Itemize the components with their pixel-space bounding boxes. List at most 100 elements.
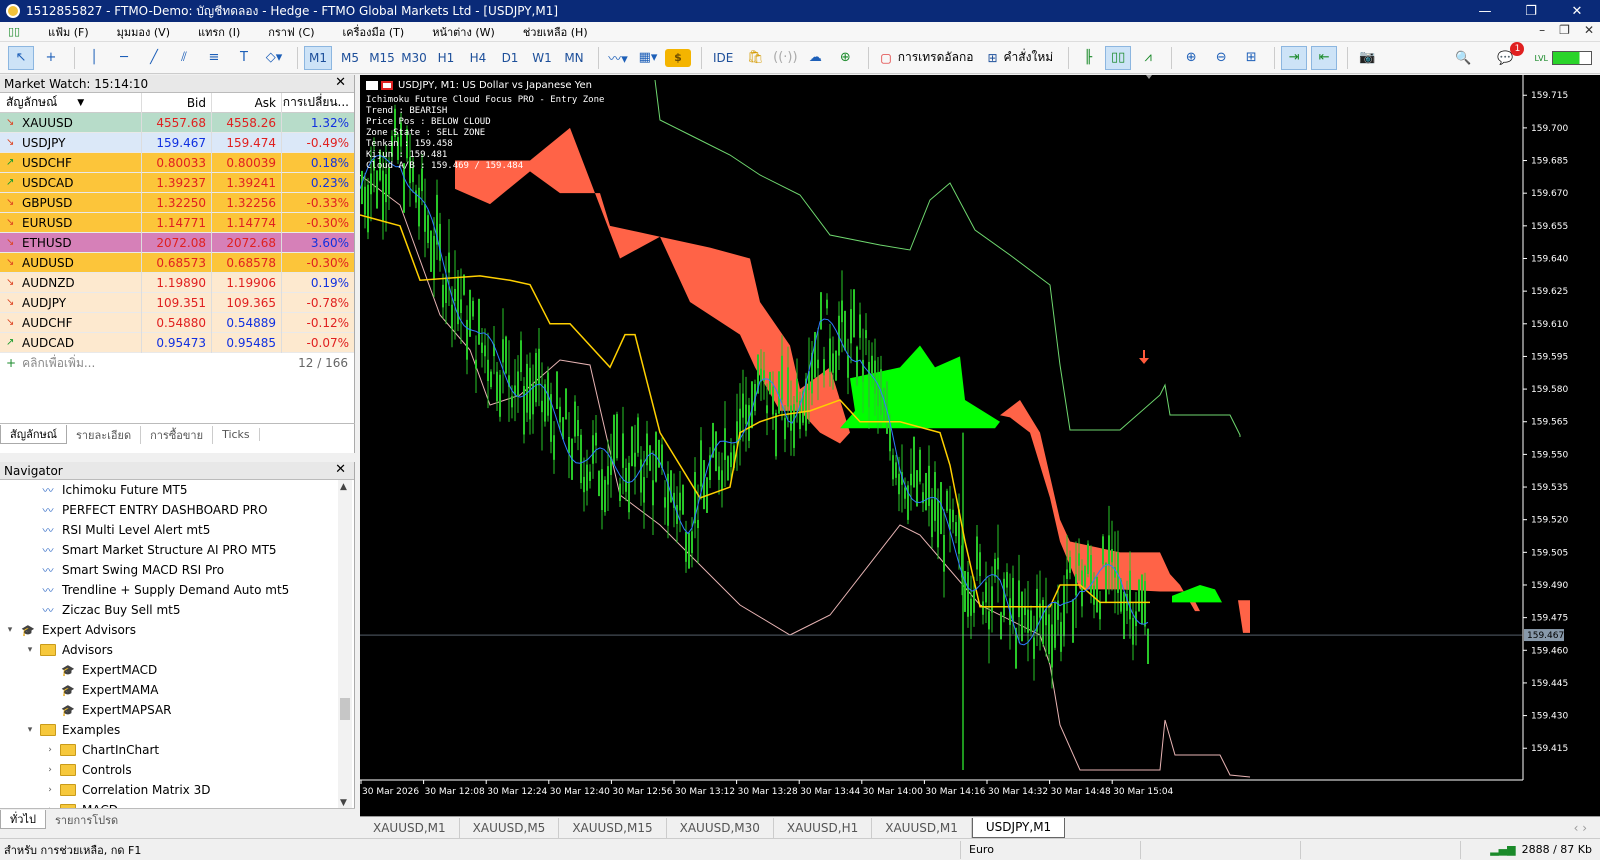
symbol-row[interactable]: ↘ AUDJPY 109.351 109.365 -0.78%	[0, 292, 354, 313]
timeframe-mn[interactable]: MN	[560, 46, 588, 70]
navigator-item[interactable]: 〰 PERFECT ENTRY DASHBOARD PRO	[0, 500, 354, 520]
chart-tab[interactable]: XAUUSD,M1	[872, 817, 972, 838]
chart-type-icon[interactable]: ▦▾	[635, 46, 661, 70]
price-chart[interactable]: 159.715 159.700 159.685 159.670 159.655 159.6…	[360, 75, 1600, 816]
tab-ticks[interactable]: Ticks	[213, 428, 260, 441]
text-tool-icon[interactable]: T	[231, 46, 257, 70]
menu-chart[interactable]: กราฟ (C)	[254, 23, 328, 41]
indicators-icon[interactable]: 〰▾	[605, 46, 631, 70]
col-change[interactable]: การเปลี่ยน...	[282, 93, 353, 113]
cursor-icon[interactable]: ↖	[8, 45, 34, 70]
navigator-item[interactable]: › Correlation Matrix 3D	[0, 780, 354, 800]
scroll-down-icon[interactable]: ▼	[340, 798, 347, 808]
timeframe-m1[interactable]: M1	[304, 45, 332, 70]
market-watch-close-icon[interactable]: ✕	[335, 75, 346, 90]
child-close-button[interactable]: ✕	[1584, 23, 1594, 37]
navigator-item[interactable]: 🎓 ExpertMAPSAR	[0, 700, 354, 720]
expand-icon[interactable]: ›	[44, 785, 56, 795]
trade-icon[interactable]: $	[665, 48, 691, 67]
scroll-thumb[interactable]	[340, 698, 350, 720]
symbol-row[interactable]: ↗ AUDCAD 0.95473 0.95485 -0.07%	[0, 332, 354, 353]
ide-button[interactable]: IDE	[708, 46, 738, 70]
navigator-close-icon[interactable]: ✕	[335, 462, 346, 477]
child-restore-button[interactable]: ❐	[1559, 23, 1570, 37]
zoom-out-icon[interactable]: ⊖	[1208, 46, 1234, 70]
signals-icon[interactable]: ((·))	[772, 46, 798, 70]
horizontal-line-icon[interactable]: ─	[111, 46, 137, 70]
navigator-item[interactable]: ▾ 🎓 Expert Advisors	[0, 620, 354, 640]
chart-tab[interactable]: XAUUSD,M30	[667, 817, 774, 838]
child-minimize-button[interactable]: –	[1539, 23, 1545, 37]
symbol-row[interactable]: ↘ ETHUSD 2072.08 2072.68 3.60%	[0, 232, 354, 253]
symbol-row[interactable]: ↗ USDCHF 0.80033 0.80039 0.18%	[0, 152, 354, 173]
navigator-item[interactable]: ▾ Examples	[0, 720, 354, 740]
navigator-item[interactable]: 〰 Ichimoku Future MT5	[0, 480, 354, 500]
timeframe-m15[interactable]: M15	[368, 46, 396, 70]
chart-tab[interactable]: XAUUSD,M1	[360, 817, 460, 838]
trendline-icon[interactable]: ╱	[141, 46, 167, 70]
tab-symbols[interactable]: สัญลักษณ์	[0, 425, 67, 444]
market-icon[interactable]: 🛍	[742, 46, 768, 70]
notifications-icon[interactable]: 💬 1	[1492, 42, 1525, 70]
expand-icon[interactable]: ▾	[24, 645, 36, 655]
chart-tab-active[interactable]: USDJPY,M1	[971, 817, 1066, 838]
navigator-item[interactable]: 〰 Ziczac Buy Sell mt5	[0, 600, 354, 620]
bar-chart-icon[interactable]: ╟	[1075, 46, 1101, 70]
algo-trading-button[interactable]: ▢ การเทรดอัลกอ	[875, 46, 978, 70]
col-bid[interactable]: Bid	[142, 92, 212, 113]
navigator-scrollbar[interactable]: ▲ ▼	[338, 480, 352, 810]
vertical-line-icon[interactable]: │	[81, 46, 107, 70]
new-order-button[interactable]: ⊞ คำสั่งใหม่	[982, 46, 1058, 70]
fibonacci-icon[interactable]: ≡	[201, 46, 227, 70]
autoscroll-icon[interactable]: ⇤	[1311, 45, 1338, 70]
chart-canvas[interactable]: 159.715 159.700 159.685 159.670 159.655 159.6…	[360, 75, 1600, 816]
close-button[interactable]: ✕	[1554, 0, 1600, 22]
symbol-row[interactable]: ↘ USDJPY 159.467 159.474 -0.49%	[0, 132, 354, 153]
menu-file[interactable]: แฟ้ม (F)	[34, 23, 103, 41]
web-trading-icon[interactable]: ⊕	[832, 46, 858, 70]
search-icon[interactable]: 🔍	[1450, 46, 1476, 70]
tab-favorites[interactable]: รายการโปรด	[46, 811, 127, 829]
navigator-item[interactable]: › ChartInChart	[0, 740, 354, 760]
navigator-item[interactable]: ▾ Advisors	[0, 640, 354, 660]
tile-windows-icon[interactable]: ⊞	[1238, 46, 1264, 70]
timeframe-h4[interactable]: H4	[464, 46, 492, 70]
maximize-button[interactable]: ❐	[1508, 0, 1554, 22]
navigator-item[interactable]: › Controls	[0, 760, 354, 780]
symbol-row[interactable]: ↘ EURUSD 1.14771 1.14774 -0.30%	[0, 212, 354, 233]
timeframe-h1[interactable]: H1	[432, 46, 460, 70]
screenshot-icon[interactable]: 📷	[1354, 46, 1380, 70]
chart-tab[interactable]: XAUUSD,M5	[460, 817, 560, 838]
symbol-row[interactable]: ↘ AUDCHF 0.54880 0.54889 -0.12%	[0, 312, 354, 333]
symbol-row[interactable]: ↘ AUDUSD 0.68573 0.68578 -0.30%	[0, 252, 354, 273]
col-ask[interactable]: Ask	[212, 92, 282, 113]
chart-shift-icon[interactable]: ⇥	[1281, 45, 1308, 70]
chart-mode-icon[interactable]: ▯▯	[0, 25, 34, 38]
symbol-row[interactable]: ↘ AUDNZD 1.19890 1.19906 0.19%	[0, 272, 354, 293]
navigator-item[interactable]: 〰 Trendline + Supply Demand Auto mt5	[0, 580, 354, 600]
timeframe-w1[interactable]: W1	[528, 46, 556, 70]
shapes-icon[interactable]: ◇▾	[261, 46, 287, 70]
col-symbol[interactable]: สัญลักษณ์ ▼	[0, 92, 142, 113]
menu-view[interactable]: มุมมอง (V)	[103, 23, 184, 41]
menu-tools[interactable]: เครื่องมือ (T)	[329, 23, 419, 41]
tab-common[interactable]: ทั่วไป	[0, 810, 46, 829]
navigator-item[interactable]: 〰 Smart Market Structure AI PRO MT5	[0, 540, 354, 560]
tab-details[interactable]: รายละเอียด	[67, 425, 142, 444]
expand-icon[interactable]: ›	[44, 745, 56, 755]
line-chart-icon[interactable]: ⩘	[1135, 46, 1161, 70]
vps-icon[interactable]: ☁	[802, 46, 828, 70]
menu-window[interactable]: หน้าต่าง (W)	[418, 23, 509, 41]
navigator-item[interactable]: 🎓 ExpertMAMA	[0, 680, 354, 700]
menu-help[interactable]: ช่วยเหลือ (H)	[509, 23, 602, 41]
chart-tab[interactable]: XAUUSD,M15	[559, 817, 667, 838]
symbol-row[interactable]: ↘ XAUUSD 4557.68 4558.26 1.32%	[0, 112, 354, 133]
menu-insert[interactable]: แทรก (I)	[184, 23, 254, 41]
timeframe-d1[interactable]: D1	[496, 46, 524, 70]
expand-icon[interactable]: ▾	[4, 625, 16, 635]
symbol-row[interactable]: ↗ USDCAD 1.39237 1.39241 0.23%	[0, 172, 354, 193]
symbol-row[interactable]: ↘ GBPUSD 1.32250 1.32256 -0.33%	[0, 192, 354, 213]
crosshair-icon[interactable]: +	[38, 46, 64, 70]
chart-tab[interactable]: XAUUSD,H1	[774, 817, 873, 838]
navigator-item[interactable]: 〰 Smart Swing MACD RSI Pro	[0, 560, 354, 580]
